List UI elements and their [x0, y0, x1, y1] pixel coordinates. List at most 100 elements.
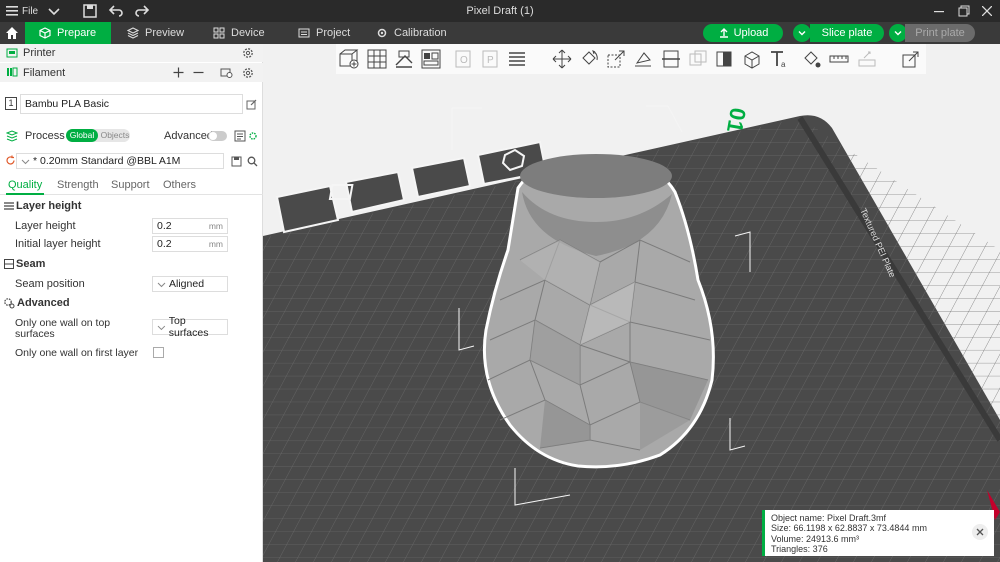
auto-arrange-icon[interactable]: [420, 48, 442, 70]
cut-icon[interactable]: [660, 48, 682, 70]
slice-options-button[interactable]: [793, 24, 811, 42]
search-icon[interactable]: [247, 156, 258, 167]
one-wall-top-select[interactable]: Top surfaces: [152, 315, 228, 339]
process-preset-value: * 0.20mm Standard @BBL A1M: [33, 155, 181, 167]
layers-icon[interactable]: [506, 48, 528, 70]
redo-icon[interactable]: [134, 3, 150, 19]
one-wall-top-row: Only one wall on top surfaces Top surfac…: [0, 315, 263, 341]
seam-header: Seam: [0, 257, 263, 271]
tab-project-label: Project: [316, 27, 351, 39]
svg-text:O: O: [460, 55, 468, 66]
settings-icon[interactable]: [900, 48, 922, 70]
rotate-icon[interactable]: [578, 48, 600, 70]
printer-section[interactable]: Printer: [0, 44, 263, 62]
save-icon[interactable]: [82, 3, 98, 19]
move-icon[interactable]: [551, 48, 573, 70]
gear-icon[interactable]: [242, 47, 254, 59]
plus-icon[interactable]: [173, 67, 184, 78]
layer-height-input[interactable]: 0.2 mm: [152, 218, 228, 234]
plate-settings-icon[interactable]: [247, 130, 259, 142]
filament-select[interactable]: Bambu PLA Basic: [20, 94, 243, 114]
measure-icon[interactable]: [828, 48, 850, 70]
one-wall-first-label: Only one wall on first layer: [15, 347, 139, 359]
subtab-support[interactable]: Support: [111, 179, 150, 191]
arrange-grid-icon[interactable]: [366, 48, 388, 70]
objects-option[interactable]: Objects: [100, 129, 130, 142]
close-icon[interactable]: [972, 524, 988, 540]
layer-height-label: Layer height: [15, 220, 76, 232]
printer-label: Printer: [23, 47, 56, 59]
tab-project[interactable]: Project: [284, 22, 364, 44]
one-wall-top-label-cont: surfaces: [15, 328, 55, 340]
seam-position-select[interactable]: Aligned: [152, 276, 228, 292]
undo-icon[interactable]: [108, 3, 124, 19]
upload-icon: [719, 28, 728, 38]
file-menu[interactable]: File: [6, 0, 38, 22]
compare-icon[interactable]: [234, 130, 246, 142]
global-option[interactable]: Global: [66, 129, 98, 142]
print-plate-button[interactable]: Print plate: [905, 24, 975, 42]
close-window-icon[interactable]: [976, 0, 998, 22]
orient-icon[interactable]: [393, 48, 415, 70]
text-icon[interactable]: a: [768, 48, 790, 70]
layer-height-icon: [4, 202, 14, 210]
support-paint-icon[interactable]: [714, 48, 736, 70]
3d-viewport[interactable]: 01 Textured PEI Plate: [263, 44, 1000, 562]
mesh-boolean-icon[interactable]: [687, 48, 709, 70]
minus-icon[interactable]: [193, 67, 204, 78]
add-icon[interactable]: [338, 48, 360, 70]
seam-paint-icon[interactable]: [741, 48, 763, 70]
upload-button[interactable]: Upload: [703, 24, 783, 42]
scale-icon[interactable]: [605, 48, 627, 70]
tab-preview[interactable]: Preview: [113, 22, 193, 44]
advanced-label: Advanced: [164, 130, 213, 142]
one-wall-first-row: Only one wall on first layer: [0, 346, 263, 360]
color-paint-icon[interactable]: [800, 48, 822, 70]
tab-prepare-label: Prepare: [57, 27, 97, 39]
restore-icon[interactable]: [953, 0, 975, 22]
subtab-others[interactable]: Others: [163, 179, 196, 191]
svg-text:P: P: [487, 55, 494, 66]
minimize-icon[interactable]: [928, 0, 950, 22]
initial-layer-label: Initial layer height: [15, 238, 101, 250]
preset-row: * 0.20mm Standard @BBL A1M: [0, 151, 263, 171]
filament-item[interactable]: 1 Bambu PLA Basic: [0, 94, 263, 114]
advanced-toggle[interactable]: [208, 131, 227, 141]
tab-device[interactable]: Device: [199, 22, 279, 44]
chevron-down-icon: [894, 31, 902, 36]
tab-calibration[interactable]: Calibration: [362, 22, 462, 44]
lay-on-face-icon[interactable]: [632, 48, 654, 70]
filament-section[interactable]: Filament: [0, 63, 263, 82]
seam-position-value: Aligned: [169, 278, 205, 290]
process-section: Process Global Objects Advanced: [0, 126, 263, 146]
slice-plate-button[interactable]: Slice plate: [810, 24, 884, 42]
tab-device-label: Device: [231, 27, 265, 39]
subtab-quality[interactable]: Quality: [8, 179, 42, 191]
tab-prepare[interactable]: Prepare: [25, 22, 111, 44]
initial-layer-unit: mm: [208, 239, 223, 249]
object-triangles: Triangles: 376: [771, 544, 828, 555]
reset-icon[interactable]: [5, 155, 16, 166]
global-objects-toggle[interactable]: Global Objects: [66, 129, 130, 142]
process-icon: [6, 130, 18, 142]
upload-label: Upload: [733, 27, 769, 39]
subtab-strength[interactable]: Strength: [57, 179, 99, 191]
initial-layer-input[interactable]: 0.2 mm: [152, 236, 228, 252]
project-icon: [298, 28, 310, 38]
save-preset-icon[interactable]: [231, 156, 242, 167]
sync-filament-icon[interactable]: [220, 66, 233, 79]
split-parts-icon[interactable]: P: [479, 48, 501, 70]
chevron-down-icon[interactable]: [46, 3, 62, 19]
process-preset-select[interactable]: * 0.20mm Standard @BBL A1M: [16, 153, 224, 169]
advanced-group-title: Advanced: [17, 297, 70, 309]
edit-icon[interactable]: [246, 99, 257, 110]
object-volume: Volume: 24913.6 mm³: [771, 533, 860, 544]
split-objects-icon[interactable]: O: [452, 48, 474, 70]
home-icon[interactable]: [0, 22, 24, 44]
gear-icon[interactable]: [242, 67, 254, 79]
layer-height-group-title: Layer height: [16, 200, 82, 212]
assembly-icon[interactable]: [856, 48, 878, 70]
vase-model[interactable]: [482, 154, 715, 469]
one-wall-first-checkbox[interactable]: [153, 347, 164, 358]
object-name: Object name: Pixel Draft.3mf: [771, 513, 887, 523]
